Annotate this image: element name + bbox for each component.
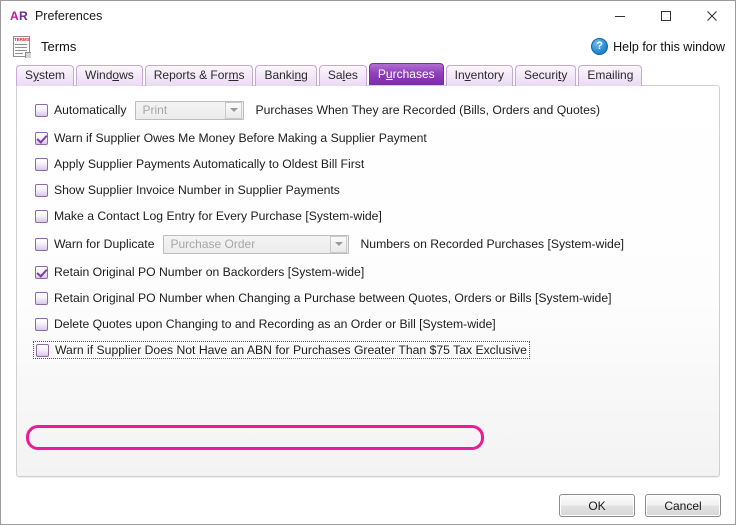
dropdown-value: Print bbox=[142, 103, 168, 117]
option-label: Apply Supplier Payments Automatically to… bbox=[54, 157, 365, 171]
tab-strip: System Windows Reports & Forms Banking Sales… bbox=[1, 62, 735, 86]
options-list: Automatically Print Purchases When They ar… bbox=[17, 86, 719, 359]
chevron-down-icon bbox=[330, 235, 348, 253]
option-row: Retain Original PO Number when Changing … bbox=[35, 289, 719, 307]
help-icon: ? bbox=[591, 38, 609, 55]
app-logo-letter-a: A bbox=[10, 9, 19, 23]
checkbox-unchecked-icon[interactable] bbox=[35, 237, 48, 251]
terms-document-icon: TERMS bbox=[12, 35, 32, 58]
checkbox-warn-duplicate[interactable]: Warn for Duplicate bbox=[35, 237, 154, 251]
tab-label: Windows bbox=[85, 68, 134, 82]
option-row: Retain Original PO Number on Backorders … bbox=[35, 263, 719, 281]
tab-label: Security bbox=[524, 68, 568, 82]
cancel-button[interactable]: Cancel bbox=[645, 494, 721, 517]
preferences-window: AR Preferences TERMS Terms ? Help for th… bbox=[0, 0, 736, 525]
tab-sales[interactable]: Sales bbox=[318, 65, 367, 86]
option-label: Make a Contact Log Entry for Every Purch… bbox=[54, 209, 382, 223]
help-link[interactable]: ? Help for this window bbox=[591, 35, 725, 58]
tab-label: Reports & Forms bbox=[153, 68, 245, 82]
tab-inventory[interactable]: Inventory bbox=[445, 65, 513, 86]
window-controls bbox=[597, 1, 735, 31]
window-header: TERMS Terms ? Help for this window bbox=[1, 31, 735, 62]
ok-button[interactable]: OK bbox=[559, 494, 635, 517]
option-trailing-label: Numbers on Recorded Purchases [System-wi… bbox=[360, 237, 624, 251]
option-row: Delete Quotes upon Changing to and Recor… bbox=[35, 315, 719, 333]
page-title: Terms bbox=[41, 39, 77, 54]
checkbox-warn-supplier-owes-money[interactable]: Warn if Supplier Owes Me Money Before Ma… bbox=[35, 131, 427, 145]
app-logo: AR bbox=[10, 9, 28, 23]
title-bar: AR Preferences bbox=[1, 1, 735, 31]
help-link-label: Help for this window bbox=[613, 39, 725, 54]
checkbox-unchecked-icon[interactable] bbox=[35, 157, 48, 171]
checkbox-unchecked-icon[interactable] bbox=[36, 343, 49, 357]
dialog-footer: OK Cancel bbox=[1, 487, 735, 524]
checkbox-checked-icon[interactable] bbox=[35, 265, 48, 279]
tab-label: Purchases bbox=[377, 67, 435, 81]
checkbox-contact-log-entry[interactable]: Make a Contact Log Entry for Every Purch… bbox=[35, 209, 382, 223]
tab-label: Emailing bbox=[587, 68, 634, 82]
window-title: Preferences bbox=[34, 9, 103, 23]
purchases-options-panel: Automatically Print Purchases When They ar… bbox=[16, 85, 720, 477]
tab-label: Inventory bbox=[454, 68, 504, 82]
option-label: Automatically bbox=[54, 103, 127, 117]
checkbox-unchecked-icon[interactable] bbox=[35, 209, 48, 223]
dropdown-automatically-print: Print bbox=[135, 100, 245, 120]
minimize-icon bbox=[615, 16, 625, 17]
option-label: Show Supplier Invoice Number in Supplier… bbox=[54, 183, 340, 197]
option-row: Show Supplier Invoice Number in Supplier… bbox=[35, 181, 719, 199]
option-trailing-label: Purchases When They are Recorded (Bills,… bbox=[255, 103, 601, 117]
tab-purchases[interactable]: Purchases bbox=[368, 63, 444, 85]
checkbox-apply-payments-oldest-bill[interactable]: Apply Supplier Payments Automatically to… bbox=[35, 157, 364, 171]
checkbox-checked-icon[interactable] bbox=[35, 131, 48, 145]
tab-label: Banking bbox=[264, 68, 308, 82]
checkbox-retain-po-backorders[interactable]: Retain Original PO Number on Backorders … bbox=[35, 265, 364, 279]
checkbox-show-supplier-invoice-number[interactable]: Show Supplier Invoice Number in Supplier… bbox=[35, 183, 340, 197]
option-row: Warn if Supplier Does Not Have an ABN fo… bbox=[33, 341, 719, 359]
option-label: Warn for Duplicate bbox=[54, 237, 155, 251]
tab-security[interactable]: Security bbox=[515, 65, 577, 86]
checkbox-unchecked-icon[interactable] bbox=[35, 317, 48, 331]
tab-banking[interactable]: Banking bbox=[255, 65, 317, 86]
dropdown-value: Purchase Order bbox=[170, 237, 256, 251]
option-label: Retain Original PO Number on Backorders … bbox=[54, 265, 365, 279]
chevron-down-icon bbox=[225, 101, 243, 119]
option-row: Automatically Print Purchases When They ar… bbox=[35, 99, 719, 121]
option-row: Warn if Supplier Owes Me Money Before Ma… bbox=[35, 129, 719, 147]
option-row: Warn for Duplicate Purchase Order Numbers … bbox=[35, 233, 719, 255]
checkbox-retain-po-changing-purchase[interactable]: Retain Original PO Number when Changing … bbox=[35, 291, 612, 305]
tab-system[interactable]: System bbox=[16, 65, 75, 86]
maximize-icon bbox=[661, 11, 671, 21]
option-row: Make a Contact Log Entry for Every Purch… bbox=[35, 207, 719, 225]
tab-reports-forms[interactable]: Reports & Forms bbox=[144, 65, 254, 86]
app-logo-letter-r: R bbox=[18, 9, 28, 23]
tab-label: Sales bbox=[327, 68, 358, 82]
option-label: Warn if Supplier Owes Me Money Before Ma… bbox=[54, 131, 427, 145]
option-row: Apply Supplier Payments Automatically to… bbox=[35, 155, 719, 173]
option-label: Delete Quotes upon Changing to and Recor… bbox=[54, 317, 496, 331]
option-label: Warn if Supplier Does Not Have an ABN fo… bbox=[55, 343, 527, 357]
annotation-highlight-box bbox=[26, 425, 484, 450]
close-icon bbox=[707, 11, 717, 21]
close-button[interactable] bbox=[689, 1, 735, 31]
checkbox-automatically-print[interactable]: Automatically bbox=[35, 103, 126, 117]
tab-emailing[interactable]: Emailing bbox=[578, 65, 643, 86]
minimize-button[interactable] bbox=[597, 1, 643, 31]
checkbox-unchecked-icon[interactable] bbox=[35, 103, 48, 117]
dropdown-warn-duplicate: Purchase Order bbox=[163, 234, 350, 254]
tab-windows[interactable]: Windows bbox=[76, 65, 143, 86]
checkbox-unchecked-icon[interactable] bbox=[35, 291, 48, 305]
option-label: Retain Original PO Number when Changing … bbox=[54, 291, 612, 305]
maximize-button[interactable] bbox=[643, 1, 689, 31]
checkbox-warn-no-abn[interactable]: Warn if Supplier Does Not Have an ABN fo… bbox=[33, 341, 530, 359]
checkbox-unchecked-icon[interactable] bbox=[35, 183, 48, 197]
checkbox-delete-quotes-on-change[interactable]: Delete Quotes upon Changing to and Recor… bbox=[35, 317, 496, 331]
tab-label: System bbox=[25, 68, 66, 82]
terms-icon-caption: TERMS bbox=[14, 36, 30, 42]
